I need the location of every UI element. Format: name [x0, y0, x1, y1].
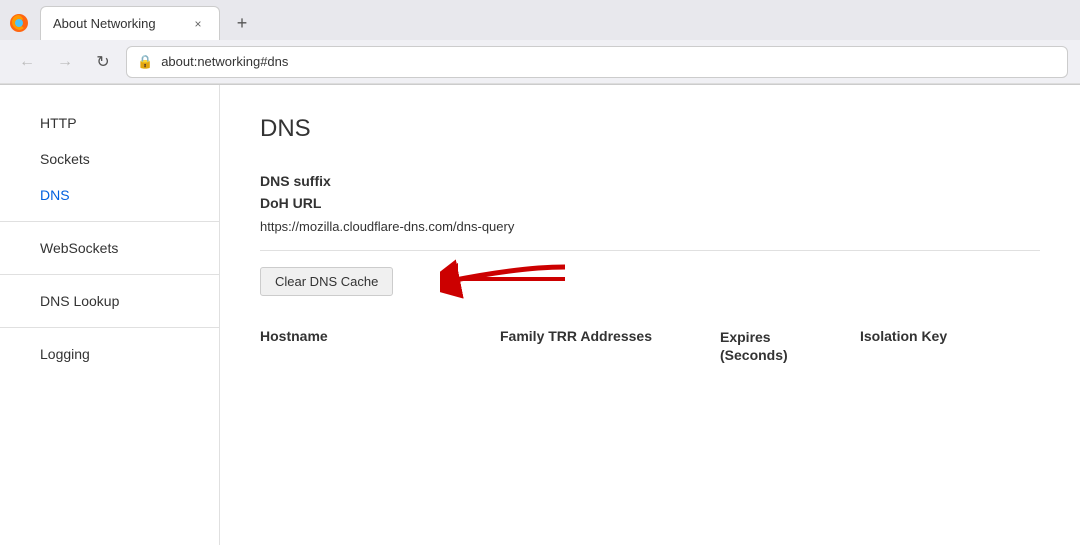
new-tab-button[interactable]: +	[228, 9, 256, 37]
th-isolation-key: Isolation Key	[860, 328, 960, 364]
sidebar-item-logging[interactable]: Logging	[0, 336, 219, 372]
tab-bar: About Networking × +	[0, 0, 1080, 40]
th-family-trr: Family TRR Addresses	[500, 328, 680, 364]
sidebar-divider	[0, 221, 219, 222]
address-text: about:networking#dns	[161, 54, 1057, 69]
doh-url-value: https://mozilla.cloudflare-dns.com/dns-q…	[260, 219, 1040, 251]
dns-suffix-field: DNS suffix	[260, 173, 1040, 189]
page-icon: 🔒	[137, 54, 153, 70]
clear-dns-cache-button[interactable]: Clear DNS Cache	[260, 267, 393, 296]
sidebar-item-http[interactable]: HTTP	[0, 105, 219, 141]
page-content: HTTP Sockets DNS WebSockets DNS Lookup L…	[0, 85, 1080, 545]
back-button[interactable]: ←	[12, 47, 42, 77]
sidebar-divider-3	[0, 327, 219, 328]
address-bar[interactable]: 🔒 about:networking#dns	[126, 46, 1068, 78]
arrow-annotation	[440, 259, 570, 302]
tab-close-button[interactable]: ×	[189, 15, 207, 33]
active-tab[interactable]: About Networking ×	[40, 6, 220, 40]
sidebar-item-dns-lookup[interactable]: DNS Lookup	[0, 283, 219, 319]
page-title: DNS	[260, 115, 1040, 143]
browser-chrome: About Networking × + ← → ↻ 🔒 about:netwo…	[0, 0, 1080, 85]
main-content: DNS DNS suffix DoH URL https://mozilla.c…	[220, 85, 1080, 545]
nav-bar: ← → ↻ 🔒 about:networking#dns	[0, 40, 1080, 84]
th-hostname: Hostname	[260, 328, 460, 364]
dns-suffix-label: DNS suffix	[260, 173, 331, 189]
clear-dns-row: Clear DNS Cache	[260, 267, 1040, 296]
sidebar-item-websockets[interactable]: WebSockets	[0, 230, 219, 266]
table-headers: Hostname Family TRR Addresses Expires(Se…	[260, 320, 1040, 364]
sidebar: HTTP Sockets DNS WebSockets DNS Lookup L…	[0, 85, 220, 545]
sidebar-item-sockets[interactable]: Sockets	[0, 141, 219, 177]
doh-url-label: DoH URL	[260, 195, 321, 211]
sidebar-item-dns[interactable]: DNS	[0, 177, 219, 213]
forward-button[interactable]: →	[50, 47, 80, 77]
firefox-icon	[8, 12, 30, 34]
th-expires: Expires(Seconds)	[720, 328, 820, 364]
tab-title: About Networking	[53, 16, 181, 31]
doh-url-field: DoH URL	[260, 195, 1040, 211]
reload-button[interactable]: ↻	[88, 47, 118, 77]
sidebar-divider-2	[0, 274, 219, 275]
